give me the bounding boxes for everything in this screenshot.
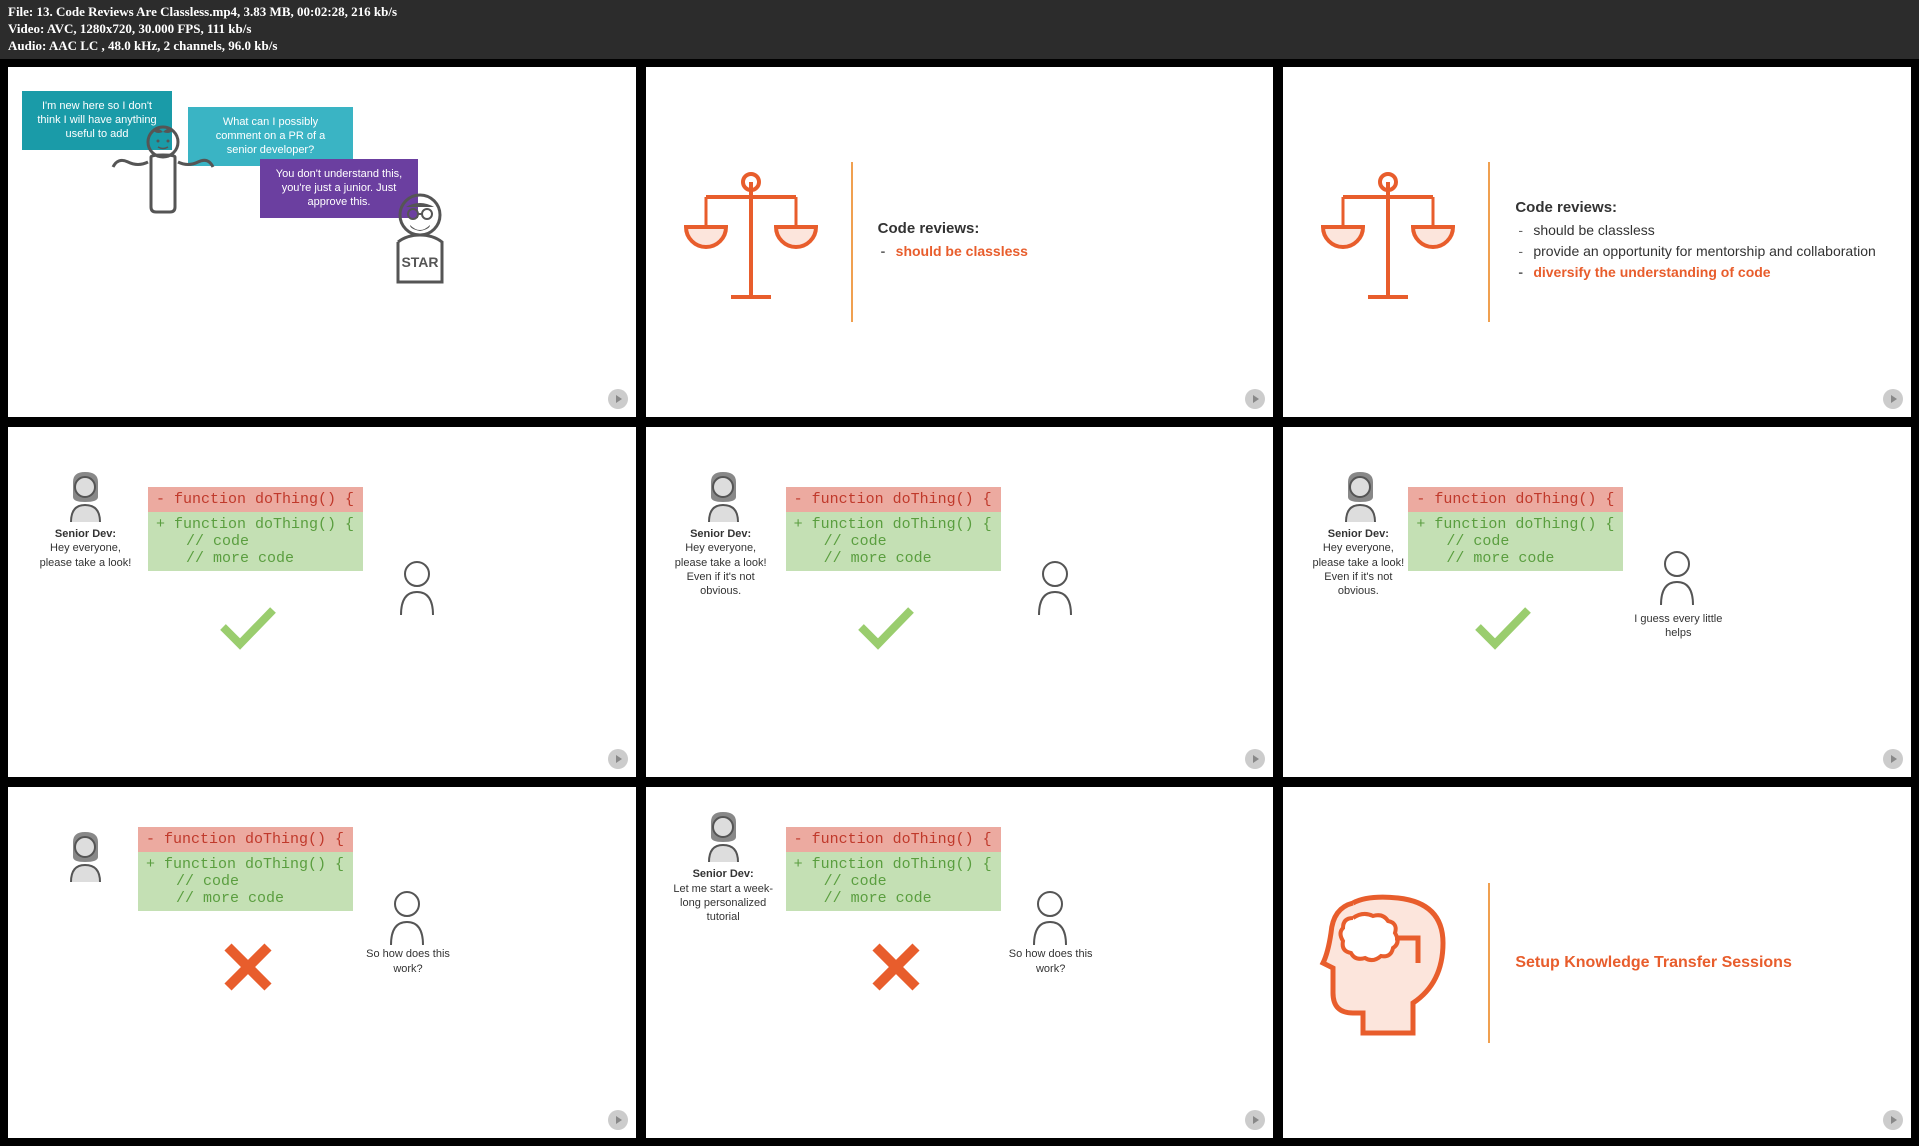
dev-label: Senior Dev: xyxy=(690,528,751,540)
thumbnail-6[interactable]: Senior Dev: Hey everyone, please take a … xyxy=(1281,425,1913,779)
thumbnail-8[interactable]: Senior Dev: Let me start a week-long per… xyxy=(644,785,1276,1139)
checkmark-icon xyxy=(856,602,916,652)
junior-message: So how does this work? xyxy=(358,947,458,976)
dev-message: Hey everyone, please take a look! xyxy=(40,542,132,568)
code-diff: - function doThing() { + function doThin… xyxy=(148,487,363,571)
play-icon xyxy=(608,389,628,409)
shrugging-person-icon xyxy=(103,117,223,217)
code-diff: - function doThing() { + function doThin… xyxy=(786,487,1001,571)
junior-message: I guess every little helps xyxy=(1628,612,1728,641)
scale-icon xyxy=(676,167,826,317)
video-line: Video: AVC, 1280x720, 30.000 FPS, 111 kb… xyxy=(8,21,1911,38)
play-icon xyxy=(1883,389,1903,409)
code-diff: - function doThing() { + function doThin… xyxy=(138,827,353,911)
play-icon xyxy=(1245,749,1265,769)
thumbnail-5[interactable]: Senior Dev: Hey everyone, please take a … xyxy=(644,425,1276,779)
thumbnail-7[interactable]: - function doThing() { + function doThin… xyxy=(6,785,638,1139)
review-item-3: diversify the understanding of code xyxy=(1533,264,1881,280)
dev-message: Let me start a week-long personalized tu… xyxy=(673,883,773,924)
thumbnail-grid: I'm new here so I don't think I will hav… xyxy=(0,59,1919,1146)
file-line: File: 13. Code Reviews Are Classless.mp4… xyxy=(8,4,1911,21)
cross-icon xyxy=(223,942,273,992)
knowledge-transfer-title: Setup Knowledge Transfer Sessions xyxy=(1515,954,1792,972)
review-title: Code reviews: xyxy=(878,220,1244,237)
thumbnail-4[interactable]: Senior Dev: Hey everyone, please take a … xyxy=(6,425,638,779)
play-icon xyxy=(608,749,628,769)
play-icon xyxy=(1245,1110,1265,1130)
female-avatar-icon xyxy=(701,807,746,862)
divider xyxy=(1488,883,1490,1043)
cross-icon xyxy=(871,942,921,992)
female-avatar-icon xyxy=(701,467,746,522)
checkmark-icon xyxy=(1473,602,1533,652)
male-avatar-icon xyxy=(383,887,431,945)
review-item-1: should be classless xyxy=(896,243,1244,259)
review-item-1: should be classless xyxy=(1533,222,1881,238)
review-item-2: provide an opportunity for mentorship an… xyxy=(1533,243,1881,259)
brain-head-icon xyxy=(1313,883,1463,1043)
review-title: Code reviews: xyxy=(1515,199,1881,216)
thumbnail-3[interactable]: Code reviews: should be classless provid… xyxy=(1281,65,1913,419)
dev-label: Senior Dev: xyxy=(1328,528,1389,540)
checkmark-icon xyxy=(218,602,278,652)
code-diff: - function doThing() { + function doThin… xyxy=(786,827,1001,911)
thumbnail-2[interactable]: Code reviews: should be classless xyxy=(644,65,1276,419)
star-person-icon: STAR xyxy=(378,187,463,287)
female-avatar-icon xyxy=(1338,467,1383,522)
divider xyxy=(1488,162,1490,322)
audio-line: Audio: AAC LC , 48.0 kHz, 2 channels, 96… xyxy=(8,38,1911,55)
male-avatar-icon xyxy=(1031,557,1079,615)
play-icon xyxy=(1883,749,1903,769)
thumbnail-1[interactable]: I'm new here so I don't think I will hav… xyxy=(6,65,638,419)
svg-text:STAR: STAR xyxy=(401,254,438,270)
female-avatar-icon xyxy=(63,827,108,882)
play-icon xyxy=(1883,1110,1903,1130)
female-avatar-icon xyxy=(63,467,108,522)
junior-message: So how does this work? xyxy=(1001,947,1101,976)
male-avatar-icon xyxy=(393,557,441,615)
scale-icon xyxy=(1313,167,1463,317)
dev-message: Hey everyone, please take a look! Even i… xyxy=(1312,542,1404,597)
play-icon xyxy=(608,1110,628,1130)
male-avatar-icon xyxy=(1653,547,1701,605)
dev-label: Senior Dev: xyxy=(55,528,116,540)
file-info-header: File: 13. Code Reviews Are Classless.mp4… xyxy=(0,0,1919,59)
male-avatar-icon xyxy=(1026,887,1074,945)
thumbnail-9[interactable]: Setup Knowledge Transfer Sessions xyxy=(1281,785,1913,1139)
dev-label: Senior Dev: xyxy=(693,868,754,880)
divider xyxy=(851,162,853,322)
dev-message: Hey everyone, please take a look! Even i… xyxy=(675,542,767,597)
code-diff: - function doThing() { + function doThin… xyxy=(1408,487,1623,571)
